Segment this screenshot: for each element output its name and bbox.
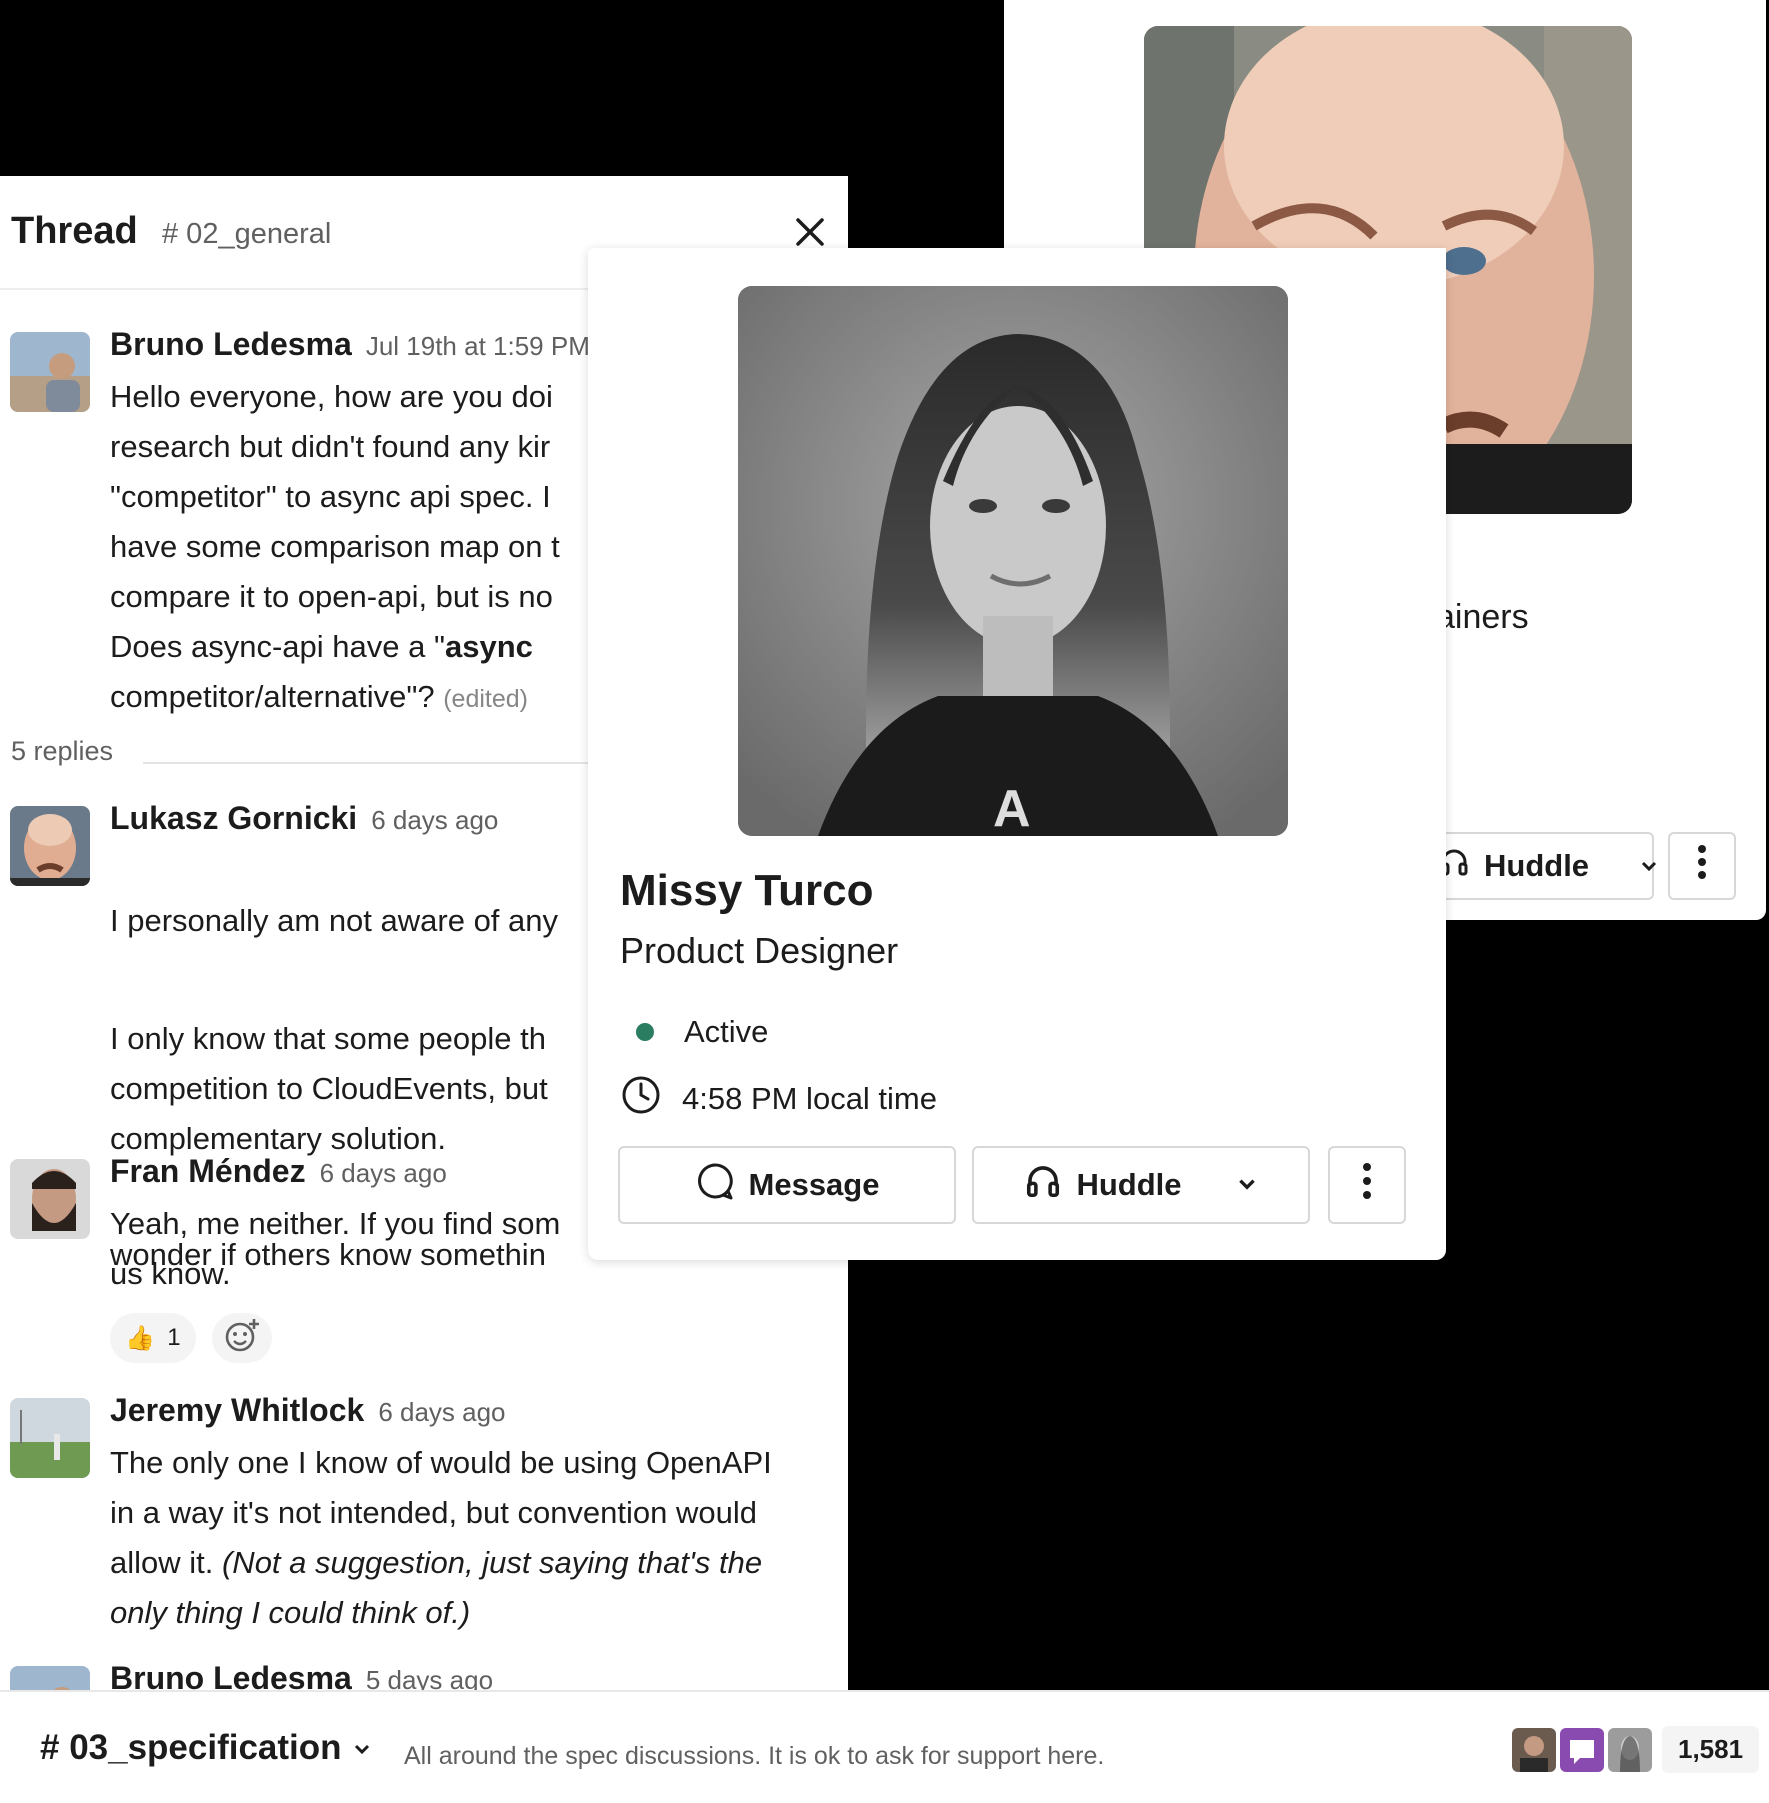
chevron-down-icon[interactable]: [1236, 1167, 1258, 1203]
lukasz-more-button[interactable]: [1668, 832, 1736, 900]
lukasz-profile-title: ainers: [1436, 598, 1529, 636]
message-button[interactable]: Message: [618, 1146, 956, 1224]
channel-description: All around the spec discussions. It is o…: [404, 1742, 1105, 1770]
author-name[interactable]: Bruno Ledesma: [110, 326, 352, 362]
lukasz-huddle-button[interactable]: Huddle: [1422, 832, 1657, 900]
profile-name: Missy Turco: [620, 866, 874, 915]
presence-label: Active: [684, 1014, 769, 1049]
close-icon[interactable]: [790, 212, 830, 252]
author-name[interactable]: Fran Méndez: [110, 1153, 306, 1189]
lukasz-huddle-label: Huddle: [1484, 848, 1590, 883]
reaction-count: 1: [167, 1324, 181, 1351]
bold-text: async: [444, 629, 533, 664]
member-avatar: [1512, 1727, 1556, 1772]
chevron-down-icon[interactable]: [1639, 848, 1659, 884]
missy-profile-card: A Missy Turco Product Designer Active 4:…: [588, 248, 1446, 1260]
replies-count: 5 replies: [11, 736, 114, 766]
huddle-button-label: Huddle: [1076, 1167, 1182, 1202]
edited-label: (edited): [443, 685, 528, 713]
thumbs-up-icon: 👍: [125, 1324, 156, 1352]
channel-name-label: # 03_specification: [40, 1728, 342, 1767]
message-author[interactable]: Fran Méndez 6 days ago: [110, 1153, 447, 1190]
message-timestamp[interactable]: 6 days ago: [320, 1158, 447, 1188]
message-author[interactable]: Lukasz Gornicki 6 days ago: [110, 800, 498, 837]
chevron-down-icon: [352, 1728, 372, 1768]
member-avatar: [1608, 1727, 1652, 1772]
avatar[interactable]: [10, 1159, 90, 1239]
member-count: 1,581: [1662, 1726, 1760, 1773]
avatar[interactable]: [10, 806, 90, 886]
headphones-icon: [1024, 1162, 1062, 1208]
profile-title: Product Designer: [620, 930, 899, 971]
message-button-label: Message: [748, 1167, 880, 1202]
clock-icon: [620, 1074, 662, 1124]
add-emoji-icon: [224, 1317, 260, 1360]
more-vertical-icon: [1697, 844, 1707, 888]
message-bubble-icon: [695, 1161, 735, 1209]
thread-title: Thread: [11, 210, 138, 252]
local-time-label: 4:58 PM local time: [682, 1081, 937, 1116]
avatar[interactable]: [10, 1398, 90, 1478]
message-author[interactable]: Jeremy Whitlock 6 days ago: [110, 1392, 506, 1429]
message-timestamp[interactable]: Jul 19th at 1:59 PM: [366, 331, 590, 361]
avatar[interactable]: [10, 332, 90, 412]
status-dot-icon: [636, 1023, 654, 1041]
more-vertical-icon: [1362, 1162, 1372, 1208]
more-actions-button[interactable]: [1328, 1146, 1406, 1224]
reaction-thumbs-up[interactable]: 👍 1: [110, 1313, 196, 1363]
message-timestamp[interactable]: 6 days ago: [378, 1397, 505, 1427]
channel-header-bar: # 03_specification All around the spec d…: [0, 1690, 1769, 1803]
channel-name-button[interactable]: # 03_specification: [40, 1728, 372, 1768]
local-time: 4:58 PM local time: [620, 1074, 937, 1124]
add-reaction-button[interactable]: [212, 1313, 272, 1363]
presence-status: Active: [628, 1014, 768, 1050]
message-timestamp[interactable]: 6 days ago: [371, 805, 498, 835]
huddle-button[interactable]: Huddle: [972, 1146, 1310, 1224]
author-name[interactable]: Lukasz Gornicki: [110, 800, 357, 836]
thread-channel-link[interactable]: # 02_general: [162, 218, 331, 251]
author-name[interactable]: Jeremy Whitlock: [110, 1392, 364, 1428]
missy-profile-photo: A: [738, 286, 1288, 836]
member-avatar: [1560, 1727, 1604, 1772]
message-author[interactable]: Bruno Ledesma Jul 19th at 1:59 PM: [110, 326, 590, 363]
member-list-button[interactable]: 1,581: [1512, 1726, 1760, 1773]
svg-text:A: A: [993, 780, 1031, 836]
message-body: The only one I know of would be using Op…: [110, 1445, 772, 1630]
